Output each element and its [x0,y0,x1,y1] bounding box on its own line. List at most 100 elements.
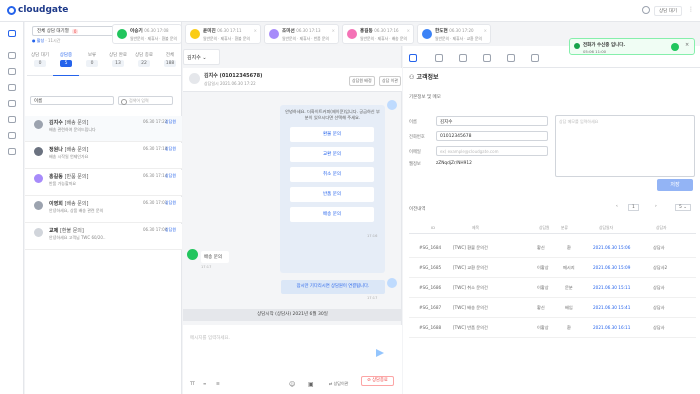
assign-button[interactable]: 상담원 배정 [349,76,375,86]
chat-list-panel: 전체 상담 대기열 0 ● 활성 · 11시간 상담 대기 0 상담중 5 보류 0 상… [25,22,182,394]
chat-icon[interactable] [8,30,16,37]
cart-icon[interactable] [435,54,443,62]
end-chat-button[interactable]: ⊘ 상담종료 [361,376,394,386]
bot-avatar [387,100,397,110]
bulb-icon[interactable] [531,54,539,62]
option-button[interactable]: 환불 문의 [290,127,374,142]
chat-list-item[interactable]: 교제 [환불 문의] 안녕하세요 고객님 TWC 60/20.. 06.30 1… [25,224,182,250]
logo-icon [7,5,16,15]
send-icon[interactable] [8,100,16,107]
table-row[interactable]: #SG_1688 [TWC] 반품 문의건 이황상 환 2021.06.30 1… [409,318,696,338]
chat-list-item[interactable]: 홍길동 [반품 문의] 반품 가능할까요 06.30 17:14 상담원 [25,170,182,196]
avatar [34,201,43,210]
chat-meta: 상담일시 2021.06.30 17:22 [204,81,256,86]
settings-icon[interactable] [8,148,16,155]
save-button[interactable]: 저장 [657,179,693,191]
close-icon[interactable]: × [685,42,689,48]
active-chat-card[interactable]: 한도현 06.30 17:20 일반문의 · 제휴사 · 교환 문의 × [417,24,491,44]
tab-all[interactable]: 전체 188 [157,52,183,67]
next-page-icon[interactable]: › [655,204,657,209]
message-input[interactable]: 메시지를 입력하세요. TT ≡ ☰ ☺ ▣ ⇄ 상담이관 ⊘ 상담종료 [183,325,402,394]
chat-panel: 김지수 ⌄ 김지수 (01012345678) 상담일시 2021.06.30 … [183,46,402,394]
chat-start-bar: 상담시작 (상담사) 2021년 6월 30일 [183,309,402,321]
option-button[interactable]: 배송 문의 [290,207,374,222]
option-button[interactable]: 취소 문의 [290,167,374,182]
mail-icon[interactable] [507,54,515,62]
avatar [34,174,43,183]
sort-select[interactable]: 이름 [30,96,114,105]
close-icon[interactable]: × [254,28,257,33]
search-input[interactable]: 검색어 입력 [118,96,173,105]
note-icon[interactable] [459,54,467,62]
users-icon[interactable] [8,68,16,75]
table-row[interactable]: #SG_1686 [TWC] 취소 문의건 이황상 문분 2021.06.30 … [409,278,696,298]
name-field[interactable]: 김지수 [436,116,548,126]
phone-icon[interactable] [8,84,16,91]
active-chat-card[interactable]: 홍길동 06.30 17:16 일반문의 · 제휴사 · 배송 문의 × [342,24,414,44]
page-number[interactable]: 1 [628,204,639,211]
history-table-header: ID 제목 상담원 분류 상담일자 상담자 [409,222,696,234]
message-time: 17:17 [367,296,378,300]
close-icon[interactable]: × [484,28,487,33]
chat-list-item[interactable]: 이영희 [배송 문의] 안녕하세요, 상품 배송 관련 문의 06.30 17:… [25,197,182,223]
active-chat-card[interactable]: 이승기 06.30 17:08 일반문의 · 제휴사 · 환불 문의 [112,24,182,44]
option-button[interactable]: 반품 문의 [290,187,374,202]
headset-icon[interactable] [642,6,650,14]
tab-hold[interactable]: 보류 0 [79,52,105,67]
phone-field[interactable]: 01012345678 [436,131,548,141]
template-icon[interactable]: ☰ [216,381,220,386]
message-time: 17:17 [201,265,212,269]
avatar [34,147,43,156]
customer-panel: ⚇ 고객정보 기본정보 및 메모 이름 김지수 전화번호 01012345678… [403,46,700,394]
prev-page-icon[interactable]: ‹ [616,204,618,209]
section-label: 기본정보 및 메모 [409,95,441,100]
chart-icon[interactable] [8,116,16,123]
queue-count-badge: 0 [71,28,79,34]
active-chat-card[interactable]: 윤미진 06.30 17:11 일반문의 · 제휴사 · 환불 문의 × [185,24,261,44]
inbox-icon[interactable] [8,52,16,59]
user-icon[interactable] [409,54,417,62]
list-icon[interactable]: ≡ [203,381,206,386]
image-icon[interactable]: ▣ [308,381,314,388]
page-size-select[interactable]: 5 ⌄ [675,204,692,211]
memo-field[interactable]: 상담 메모를 입력하세요 [555,115,695,177]
avatar [422,29,432,39]
avatar [34,228,43,237]
transfer-button[interactable]: 상담 이관 [379,76,401,86]
chat-list-item[interactable]: 정원나 [배송 문의] 배송 시작일 언제인가요 06.30 17:18 상담원 [25,143,182,169]
phone-icon[interactable] [671,43,679,51]
tab-completed[interactable]: 상담 완료 13 [105,52,131,67]
chat-tab[interactable]: 김지수 ⌄ [183,49,220,65]
avatar [190,29,200,39]
email-field[interactable]: ex) example@cloudgate.com [436,146,548,156]
close-icon[interactable]: × [407,28,410,33]
avatar [117,29,127,39]
tab-waiting[interactable]: 상담 대기 0 [27,52,53,67]
chat-title: 김지수 (01012345678) [204,73,263,79]
queue-select[interactable]: 전체 상담 대기열 0 [32,26,122,36]
chat-list-item[interactable]: 김지수 [배송 문의] 배송 관련하여 문의드립니다 06.30 17:22 상… [25,116,182,142]
tag-icon[interactable] [8,132,16,139]
table-row[interactable]: #SG_1684 [TWC] 환불 문의건 황신 환 2021.06.30 15… [409,238,696,258]
close-icon[interactable]: × [332,28,335,33]
option-button[interactable]: 교환 문의 [290,147,374,162]
status-button[interactable]: 상담 대기 [654,6,682,16]
active-chat-card[interactable]: 조미선 06.30 17:13 일반문의 · 제휴사 · 반품 문의 × [264,24,339,44]
star-icon[interactable] [483,54,491,62]
text-format-icon[interactable]: TT [190,381,195,386]
incoming-call-toast: 전화가 수신중 입니다. 05:06 11:00 × [569,38,695,55]
history-label: 이전내역 [409,207,426,212]
avatar [269,29,279,39]
send-icon[interactable] [376,349,384,357]
tab-ended[interactable]: 상담 종료 22 [131,52,157,67]
app-root: cloudgate 상담 대기 ⋮ 전체 상담 대기열 0 ● 활성 · 11시간… [0,0,700,394]
transfer-text-button[interactable]: ⇄ 상담이관 [329,381,348,387]
more-icon[interactable]: ⋮ [688,6,694,13]
web-info: zZNqdjZr/NH912 [436,161,472,166]
table-row[interactable]: #SG_1687 [TWC] 배송 문의건 황신 배입 2021.06.30 1… [409,298,696,318]
emoji-icon[interactable]: ☺ [289,381,295,388]
table-row[interactable]: #SG_1685 [TWC] 교환 문의건 이황상 메시지 2021.06.30… [409,258,696,278]
message-time: 17:16 [367,234,378,238]
tab-in-progress[interactable]: 상담중 5 [53,52,79,76]
left-rail [0,22,24,394]
